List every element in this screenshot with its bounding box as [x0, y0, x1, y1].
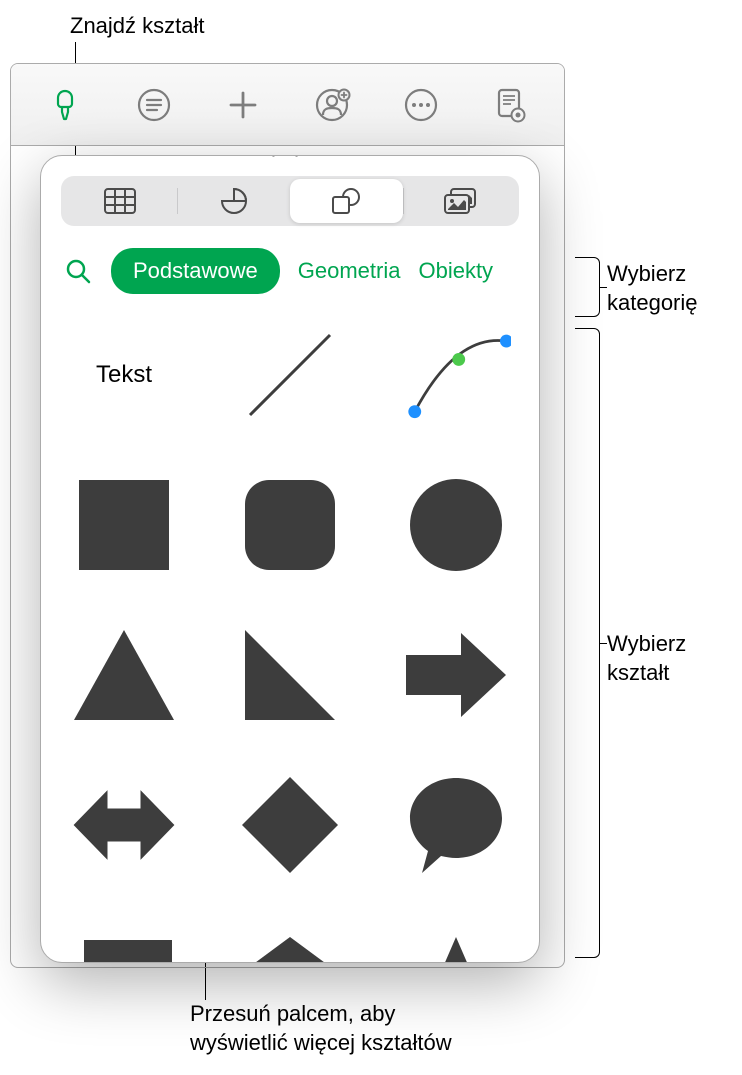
more-ellipsis-icon[interactable]: [399, 83, 443, 127]
document-view-icon[interactable]: [488, 83, 532, 127]
shape-categories: Podstawowe Geometria Obiekty: [61, 248, 519, 294]
search-icon[interactable]: [63, 256, 93, 286]
callout-choose-shape: Wybierz kształt: [607, 630, 686, 687]
shape-star[interactable]: [401, 920, 511, 963]
shape-line[interactable]: [235, 320, 345, 430]
callout-choose-category: Wybierz kategorię: [607, 260, 698, 317]
callout-swipe-more: Przesuń palcem, aby wyświetlić więcej ks…: [190, 1000, 452, 1057]
shape-text[interactable]: Tekst: [69, 320, 179, 430]
shape-curve[interactable]: [401, 320, 511, 430]
callout-bracket: [575, 328, 600, 958]
category-link-objects[interactable]: Obiekty: [418, 258, 493, 284]
category-pill-basic[interactable]: Podstawowe: [111, 248, 280, 294]
insert-type-segmented: [61, 176, 519, 226]
shape-square[interactable]: [69, 470, 179, 580]
list-icon[interactable]: [132, 83, 176, 127]
shapes-grid: Tekst: [61, 320, 519, 963]
shape-right-triangle[interactable]: [235, 620, 345, 730]
insert-popover: Podstawowe Geometria Obiekty Tekst: [40, 155, 540, 963]
plus-icon[interactable]: [221, 83, 265, 127]
shape-callout-rect[interactable]: [69, 920, 179, 963]
shape-pentagon[interactable]: [235, 920, 345, 963]
shape-arrow-right[interactable]: [401, 620, 511, 730]
segment-shapes[interactable]: [290, 179, 403, 223]
callout-find-shape: Znajdź kształt: [70, 12, 205, 41]
category-link-geometry[interactable]: Geometria: [298, 258, 401, 284]
callout-bracket: [575, 257, 600, 317]
shape-arrow-bidirectional[interactable]: [69, 770, 179, 880]
format-brush-icon[interactable]: [43, 83, 87, 127]
shape-triangle[interactable]: [69, 620, 179, 730]
shape-rounded-square[interactable]: [235, 470, 345, 580]
shape-speech-bubble[interactable]: [401, 770, 511, 880]
segment-media[interactable]: [404, 179, 517, 223]
collaborate-icon[interactable]: [310, 83, 354, 127]
shape-circle[interactable]: [401, 470, 511, 580]
segment-chart[interactable]: [178, 179, 291, 223]
popover-arrow: [272, 155, 298, 157]
segment-table[interactable]: [64, 179, 177, 223]
shape-diamond[interactable]: [235, 770, 345, 880]
main-toolbar: [11, 64, 564, 146]
